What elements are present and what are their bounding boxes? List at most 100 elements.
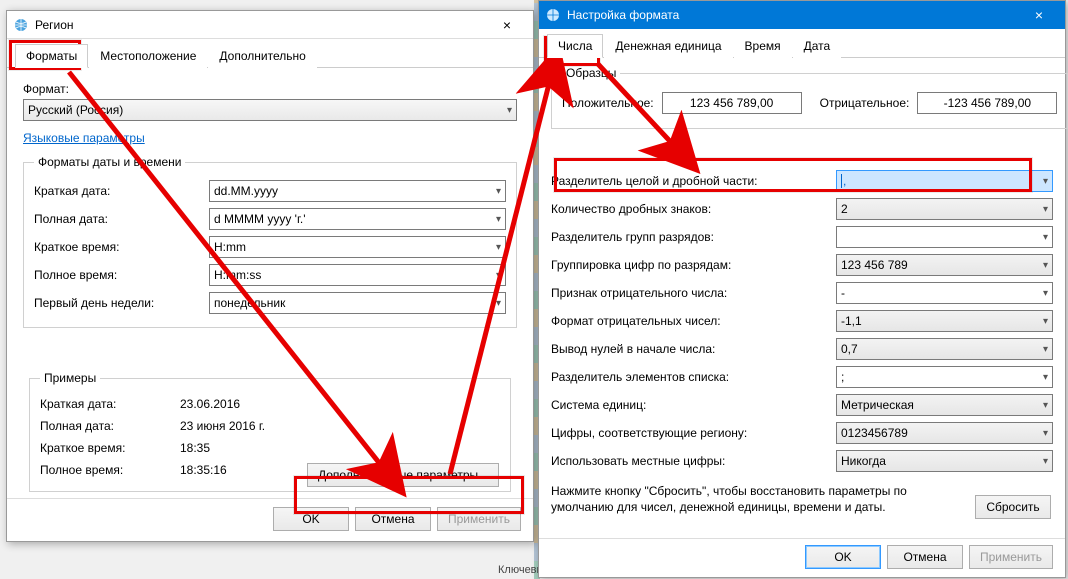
first-day-dropdown[interactable]: понедельник▾ bbox=[209, 292, 506, 314]
ok-button[interactable]: OK bbox=[805, 545, 881, 569]
additional-params-button[interactable]: Дополнительные параметры... bbox=[307, 463, 499, 487]
format-tabs: Числа Денежная единица Время Дата bbox=[539, 29, 1065, 58]
region-content: Формат: Русский (Россия) ▾ Языковые пара… bbox=[7, 68, 533, 348]
ex-long-time-v: 18:35:16 bbox=[180, 463, 227, 477]
chevron-down-icon: ▾ bbox=[1043, 428, 1048, 439]
measure-label: Система единиц: bbox=[551, 398, 836, 412]
format-buttons: OK Отмена Применить bbox=[805, 545, 1053, 569]
negative-sample: -123 456 789,00 bbox=[917, 92, 1057, 114]
long-time-dropdown[interactable]: H:mm:ss ▾ bbox=[209, 264, 506, 286]
separator bbox=[539, 538, 1065, 539]
examples-legend: Примеры bbox=[40, 371, 100, 385]
short-date-value: dd.MM.yyyy bbox=[214, 184, 278, 198]
samples-group: Образцы Положительное: 123 456 789,00 От… bbox=[551, 66, 1068, 129]
tab-time[interactable]: Время bbox=[734, 34, 792, 58]
neg-fmt-dropdown[interactable]: -1,1▾ bbox=[836, 310, 1053, 332]
measure-value: Метрическая bbox=[841, 398, 914, 412]
reset-button[interactable]: Сбросить bbox=[975, 495, 1051, 519]
lead-zero-label: Вывод нулей в начале числа: bbox=[551, 342, 836, 356]
tab-date[interactable]: Дата bbox=[793, 34, 842, 58]
tab-currency[interactable]: Денежная единица bbox=[604, 34, 732, 58]
region-digits-label: Цифры, соответствующие региону: bbox=[551, 426, 836, 440]
measure-dropdown[interactable]: Метрическая ▾ bbox=[836, 394, 1053, 416]
chevron-down-icon: ▾ bbox=[1043, 344, 1048, 355]
long-date-value: d MMMM yyyy 'г.' bbox=[214, 212, 306, 226]
globe-icon bbox=[13, 17, 29, 33]
digits-dropdown[interactable]: 2▾ bbox=[836, 198, 1053, 220]
tab-numbers[interactable]: Числа bbox=[547, 34, 603, 58]
native-digits-value: Никогда bbox=[841, 454, 886, 468]
short-date-dropdown[interactable]: dd.MM.yyyy ▾ bbox=[209, 180, 506, 202]
region-titlebar[interactable]: Регион × bbox=[7, 11, 533, 39]
globe-icon bbox=[545, 7, 561, 23]
grouping-dropdown[interactable]: 123 456 789▾ bbox=[836, 254, 1053, 276]
long-time-value: H:mm:ss bbox=[214, 268, 261, 282]
short-time-value: H:mm bbox=[214, 240, 246, 254]
ex-long-date-k: Полная дата: bbox=[40, 419, 180, 433]
region-digits-value: 0123456789 bbox=[841, 426, 908, 440]
first-day-value: понедельник bbox=[214, 296, 285, 310]
cancel-button[interactable]: Отмена bbox=[355, 507, 431, 531]
group-sep-dropdown[interactable]: ▾ bbox=[836, 226, 1053, 248]
ex-short-time-k: Краткое время: bbox=[40, 441, 180, 455]
chevron-down-icon: ▾ bbox=[1043, 372, 1048, 383]
format-content: Образцы Положительное: 123 456 789,00 От… bbox=[539, 58, 1065, 531]
long-date-label: Полная дата: bbox=[34, 212, 209, 226]
format-label: Формат: bbox=[23, 82, 517, 96]
chevron-down-icon: ▾ bbox=[1043, 456, 1048, 467]
apply-button[interactable]: Применить bbox=[969, 545, 1053, 569]
chevron-down-icon: ▾ bbox=[496, 214, 501, 225]
chevron-down-icon: ▾ bbox=[496, 242, 501, 253]
chevron-down-icon: ▾ bbox=[496, 186, 501, 197]
apply-button[interactable]: Применить bbox=[437, 507, 521, 531]
neg-sign-dropdown[interactable]: -▾ bbox=[836, 282, 1053, 304]
chevron-down-icon: ▾ bbox=[496, 270, 501, 281]
long-date-dropdown[interactable]: d MMMM yyyy 'г.' ▾ bbox=[209, 208, 506, 230]
format-value: Русский (Россия) bbox=[28, 103, 123, 117]
lead-zero-value: 0,7 bbox=[841, 342, 858, 356]
format-dropdown[interactable]: Русский (Россия) ▾ bbox=[23, 99, 517, 121]
ex-short-time-v: 18:35 bbox=[180, 441, 210, 455]
short-time-dropdown[interactable]: H:mm ▾ bbox=[209, 236, 506, 258]
grouping-label: Группировка цифр по разрядам: bbox=[551, 258, 836, 272]
native-digits-dropdown[interactable]: Никогда ▾ bbox=[836, 450, 1053, 472]
chevron-down-icon: ▾ bbox=[1043, 316, 1048, 327]
cancel-button[interactable]: Отмена bbox=[887, 545, 963, 569]
positive-label: Положительное: bbox=[562, 96, 654, 110]
region-digits-dropdown[interactable]: 0123456789 ▾ bbox=[836, 422, 1053, 444]
format-title: Настройка формата bbox=[567, 8, 1019, 22]
region-buttons: OK Отмена Применить bbox=[273, 507, 521, 531]
list-sep-dropdown[interactable]: ;▾ bbox=[836, 366, 1053, 388]
chevron-down-icon: ▾ bbox=[1043, 232, 1048, 243]
chevron-down-icon: ▾ bbox=[1043, 400, 1048, 411]
tab-advanced[interactable]: Дополнительно bbox=[208, 44, 316, 68]
positive-sample: 123 456 789,00 bbox=[662, 92, 802, 114]
negative-label: Отрицательное: bbox=[820, 96, 910, 110]
ex-long-date-v: 23 июня 2016 г. bbox=[180, 419, 265, 433]
region-window: Регион × Форматы Местоположение Дополнит… bbox=[6, 10, 534, 542]
separator bbox=[7, 498, 533, 499]
format-window: Настройка формата × Числа Денежная едини… bbox=[538, 0, 1066, 578]
close-icon[interactable]: × bbox=[487, 17, 527, 33]
language-params-link[interactable]: Языковые параметры bbox=[23, 131, 145, 145]
neg-fmt-label: Формат отрицательных чисел: bbox=[551, 314, 836, 328]
grouping-value: 123 456 789 bbox=[841, 258, 908, 272]
decimal-sep-dropdown[interactable]: ,▾ bbox=[836, 170, 1053, 192]
lead-zero-dropdown[interactable]: 0,7 ▾ bbox=[836, 338, 1053, 360]
format-titlebar[interactable]: Настройка формата × bbox=[539, 1, 1065, 29]
close-icon[interactable]: × bbox=[1019, 7, 1059, 23]
ok-button[interactable]: OK bbox=[273, 507, 349, 531]
chevron-down-icon: ▾ bbox=[1043, 204, 1048, 215]
ex-short-date-k: Краткая дата: bbox=[40, 397, 180, 411]
digits-label: Количество дробных знаков: bbox=[551, 202, 836, 216]
tab-formats[interactable]: Форматы bbox=[15, 44, 88, 68]
datetime-legend: Форматы даты и времени bbox=[34, 155, 185, 169]
list-sep-value: ; bbox=[841, 370, 844, 384]
group-sep-label: Разделитель групп разрядов: bbox=[551, 230, 836, 244]
native-digits-label: Использовать местные цифры: bbox=[551, 454, 836, 468]
short-time-label: Краткое время: bbox=[34, 240, 209, 254]
chevron-down-icon: ▾ bbox=[507, 105, 512, 116]
tab-location[interactable]: Местоположение bbox=[89, 44, 207, 68]
first-day-label: Первый день недели: bbox=[34, 296, 209, 310]
region-tabs: Форматы Местоположение Дополнительно bbox=[7, 39, 533, 68]
